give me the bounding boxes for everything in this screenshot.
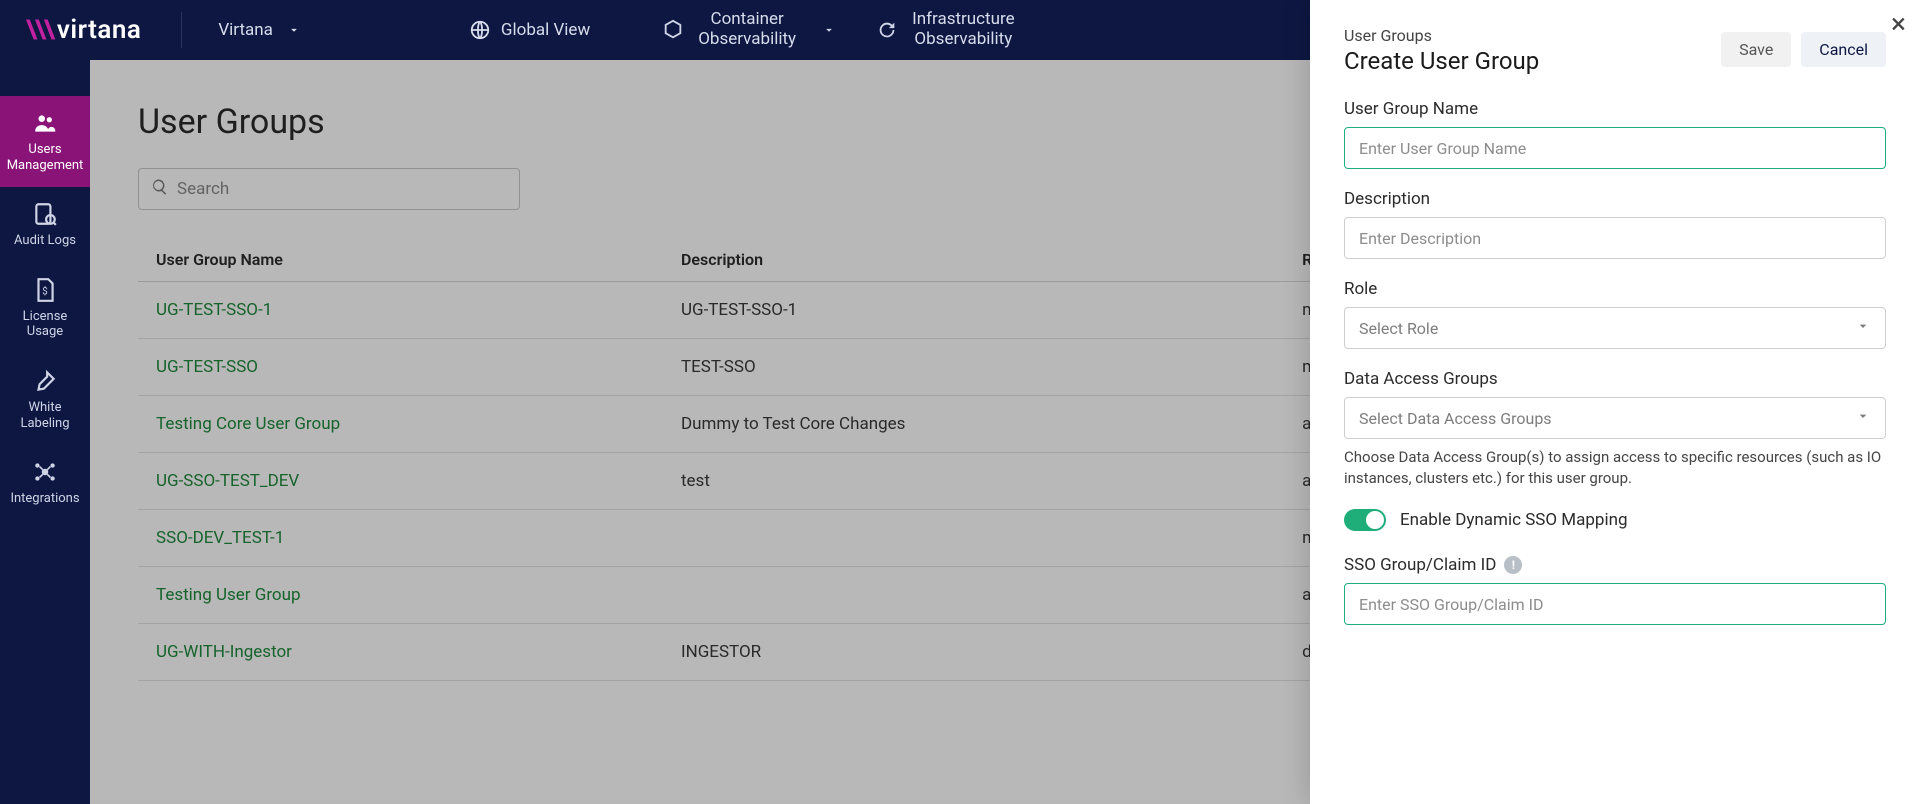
chevron-down-icon <box>818 19 840 41</box>
cancel-button[interactable]: Cancel <box>1801 32 1886 67</box>
nav-infrastructure-observability[interactable]: Infrastructure Observability <box>898 10 1037 49</box>
sso-claim-input[interactable] <box>1344 583 1886 625</box>
data-access-groups-select[interactable]: Select Data Access Groups <box>1344 397 1886 439</box>
sidebar-item-label: Users Management <box>4 142 86 173</box>
nav-infra-line2: Observability <box>914 30 1012 50</box>
brand-logo[interactable]: \\\ virtana <box>0 15 167 45</box>
label-user-group-name: User Group Name <box>1344 99 1886 119</box>
close-icon[interactable]: × <box>1891 10 1906 38</box>
chevron-down-icon <box>283 19 305 41</box>
audit-log-icon <box>32 201 58 227</box>
sidebar-item-label: License Usage <box>4 309 86 340</box>
role-select-placeholder: Select Role <box>1359 319 1438 338</box>
sidebar-item-integrations[interactable]: Integrations <box>0 445 90 521</box>
caret-down-icon <box>1855 408 1871 428</box>
caret-down-icon <box>1855 318 1871 338</box>
label-sso-claim: SSO Group/Claim ID <box>1344 555 1496 575</box>
nav-container-observability[interactable]: Container Observability <box>684 10 818 49</box>
brush-icon <box>32 368 58 394</box>
users-icon <box>32 110 58 136</box>
nav-container-line2: Observability <box>698 30 796 50</box>
nav-container-line1: Container <box>711 10 784 30</box>
hex-icon <box>662 19 684 41</box>
role-select[interactable]: Select Role <box>1344 307 1886 349</box>
label-data-access-groups: Data Access Groups <box>1344 369 1886 389</box>
license-icon: $ <box>32 277 58 303</box>
sidebar-item-license-usage[interactable]: $ License Usage <box>0 263 90 354</box>
description-input[interactable] <box>1344 217 1886 259</box>
sidebar-item-label: White Labeling <box>4 400 86 431</box>
brand-name: virtana <box>57 15 141 45</box>
user-group-name-input[interactable] <box>1344 127 1886 169</box>
svg-text:$: $ <box>42 286 47 297</box>
sidebar-item-audit-logs[interactable]: Audit Logs <box>0 187 90 263</box>
nav-divider <box>181 12 182 48</box>
save-button[interactable]: Save <box>1721 32 1791 67</box>
dag-select-placeholder: Select Data Access Groups <box>1359 409 1552 428</box>
label-role: Role <box>1344 279 1886 299</box>
sidebar-item-users-management[interactable]: Users Management <box>0 96 90 187</box>
label-description: Description <box>1344 189 1886 209</box>
sidebar: Users Management Audit Logs $ License Us… <box>0 60 90 804</box>
globe-icon <box>469 19 491 41</box>
integrations-icon <box>32 459 58 485</box>
org-switcher[interactable]: Virtana <box>196 19 327 41</box>
sidebar-item-label: Audit Logs <box>14 233 76 249</box>
sso-mapping-toggle-label: Enable Dynamic SSO Mapping <box>1400 510 1628 530</box>
create-user-group-panel: × User Groups Create User Group Save Can… <box>1310 0 1920 804</box>
logo-mark-icon: \\\ <box>26 15 53 45</box>
dag-helper-text: Choose Data Access Group(s) to assign ac… <box>1344 447 1886 489</box>
info-icon[interactable]: ! <box>1504 556 1522 574</box>
org-name: Virtana <box>218 20 273 40</box>
nav-infra-line1: Infrastructure <box>912 10 1015 30</box>
nav-global-view[interactable]: Global View <box>447 19 612 41</box>
nav-global-view-label: Global View <box>501 20 590 40</box>
sidebar-item-label: Integrations <box>10 491 79 507</box>
refresh-icon[interactable] <box>876 19 898 41</box>
sidebar-item-white-labeling[interactable]: White Labeling <box>0 354 90 445</box>
sso-mapping-toggle[interactable] <box>1344 509 1386 531</box>
